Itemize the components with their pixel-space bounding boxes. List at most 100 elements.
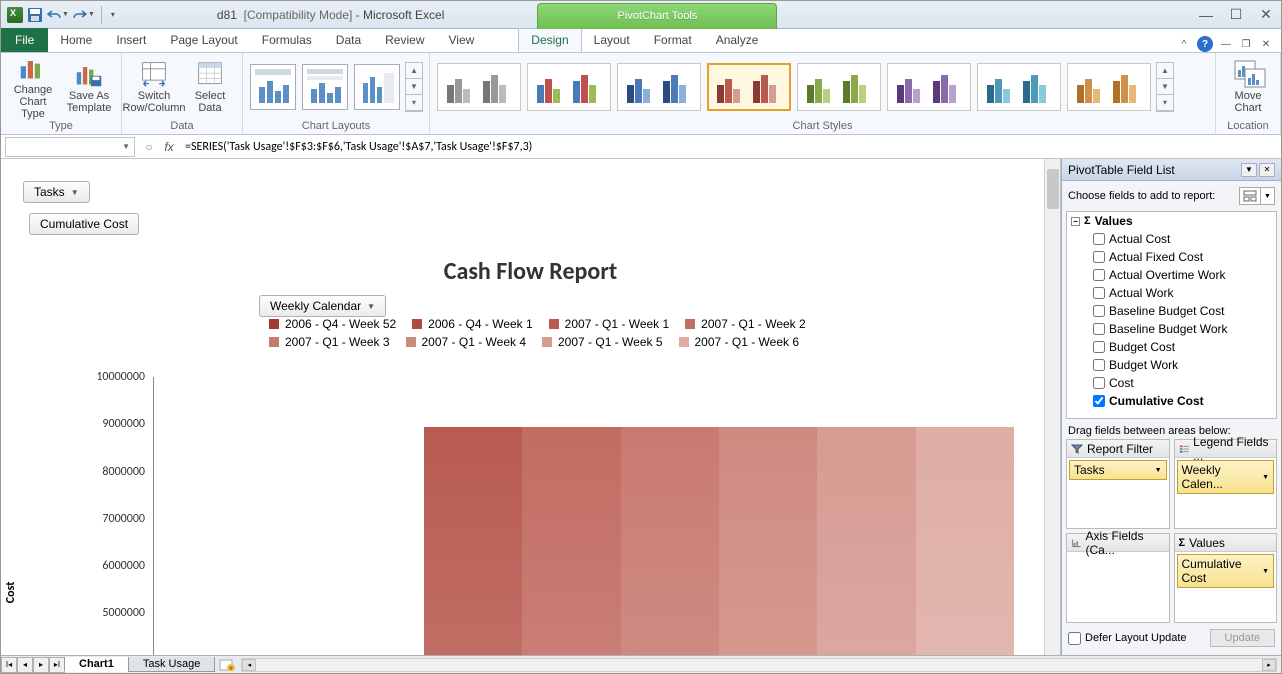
move-chart-button[interactable]: Move Chart [1222, 56, 1274, 118]
field-item[interactable]: Budget Work [1067, 356, 1276, 374]
chart-style-2[interactable] [527, 63, 611, 111]
sheet-nav-first[interactable]: I◂ [1, 657, 17, 673]
chart-style-5[interactable] [797, 63, 881, 111]
field-checkbox[interactable] [1093, 323, 1105, 335]
sheet-nav-next[interactable]: ▸ [33, 657, 49, 673]
qat-customize[interactable]: ▾ [108, 10, 118, 19]
legend-item[interactable]: 2007 - Q1 - Week 6 [679, 335, 800, 349]
field-checkbox[interactable] [1093, 287, 1105, 299]
field-checkbox[interactable] [1093, 233, 1105, 245]
chart-legend[interactable]: 2006 - Q4 - Week 52 2006 - Q4 - Week 1 200… [269, 317, 889, 349]
chart-layout-1[interactable] [250, 64, 296, 110]
legend-item[interactable]: 2007 - Q1 - Week 3 [269, 335, 390, 349]
chart-style-1[interactable] [437, 63, 521, 111]
chart-style-7[interactable] [977, 63, 1061, 111]
legend-item[interactable]: 2007 - Q1 - Week 4 [406, 335, 527, 349]
layout-gallery-scroll[interactable]: ▲▼▾ [405, 62, 423, 112]
name-box[interactable]: ▼ [5, 137, 135, 157]
sheet-nav-last[interactable]: ▸I [49, 657, 65, 673]
field-item[interactable]: Baseline Budget Cost [1067, 302, 1276, 320]
sheet-tab-task-usage[interactable]: Task Usage [128, 657, 215, 672]
field-item[interactable]: Cumulative Cost [1067, 392, 1276, 410]
field-list-options[interactable]: ▼ [1241, 163, 1257, 177]
formula-cancel[interactable]: ○ [139, 137, 159, 157]
chart-bar[interactable] [719, 427, 817, 655]
values-chip-cumcost[interactable]: Cumulative Cost▼ [1177, 554, 1275, 588]
redo-button[interactable]: ▼ [73, 9, 95, 21]
chart-style-4[interactable] [707, 63, 791, 111]
chart-bar[interactable] [621, 427, 719, 655]
field-checkbox[interactable] [1093, 341, 1105, 353]
fx-icon[interactable]: fx [159, 137, 179, 157]
formula-input[interactable] [179, 137, 1281, 157]
switch-row-column-button[interactable]: Switch Row/Column [128, 56, 180, 118]
field-item[interactable]: Actual Overtime Work [1067, 266, 1276, 284]
horizontal-scrollbar[interactable]: ◂▸ [241, 658, 1277, 672]
field-checkbox[interactable] [1093, 251, 1105, 263]
legend-item[interactable]: 2006 - Q4 - Week 52 [269, 317, 396, 331]
tab-format[interactable]: Format [642, 28, 704, 52]
redo-dropdown[interactable]: ▼ [88, 11, 95, 18]
workbook-minimize[interactable]: — [1219, 37, 1233, 51]
tab-review[interactable]: Review [373, 28, 436, 52]
field-checkbox[interactable] [1093, 395, 1105, 407]
legend-item[interactable]: 2007 - Q1 - Week 1 [549, 317, 670, 331]
legend-chip-weekly[interactable]: Weekly Calen...▼ [1177, 460, 1275, 494]
chart-style-8[interactable] [1067, 63, 1151, 111]
tab-home[interactable]: Home [48, 28, 104, 52]
close-button[interactable]: ✕ [1251, 5, 1281, 25]
legend-item[interactable]: 2006 - Q4 - Week 1 [412, 317, 533, 331]
field-list-close[interactable]: ✕ [1259, 163, 1275, 177]
pivot-filter-tasks[interactable]: Tasks▼ [23, 181, 90, 203]
workbook-restore[interactable]: ❐ [1239, 37, 1253, 51]
defer-layout-checkbox[interactable] [1068, 632, 1081, 645]
field-item[interactable]: Actual Work [1067, 284, 1276, 302]
tab-layout[interactable]: Layout [582, 28, 642, 52]
undo-dropdown[interactable]: ▼ [62, 11, 69, 18]
workbook-close[interactable]: ✕ [1259, 37, 1273, 51]
chart-style-6[interactable] [887, 63, 971, 111]
chart-style-3[interactable] [617, 63, 701, 111]
chart-bars[interactable] [424, 427, 1014, 655]
field-item[interactable]: Budget Cost [1067, 338, 1276, 356]
legend-item[interactable]: 2007 - Q1 - Week 5 [542, 335, 663, 349]
field-item[interactable]: Actual Cost [1067, 230, 1276, 248]
tab-analyze[interactable]: Analyze [704, 28, 771, 52]
chart-bar[interactable] [424, 427, 522, 655]
help-icon[interactable]: ? [1197, 36, 1213, 52]
drop-zone-values[interactable]: ΣValues Cumulative Cost▼ [1174, 533, 1278, 623]
field-checkbox[interactable] [1093, 305, 1105, 317]
update-button[interactable]: Update [1210, 629, 1275, 647]
y-axis-title[interactable]: Cost [4, 582, 18, 604]
pivot-legend-weekly[interactable]: Weekly Calendar▼ [259, 295, 386, 317]
field-item[interactable]: Cost [1067, 374, 1276, 392]
field-list[interactable]: − Σ Values Actual CostActual Fixed CostA… [1066, 211, 1277, 419]
chart-title[interactable]: Cash Flow Report [19, 257, 1042, 286]
drop-zone-legend-fields[interactable]: Legend Fields ... Weekly Calen...▼ [1174, 439, 1278, 529]
chart-layout-3[interactable] [354, 64, 400, 110]
chart-layout-2[interactable] [302, 64, 348, 110]
chart-bar[interactable] [916, 427, 1014, 655]
new-sheet-button[interactable] [217, 658, 237, 672]
field-list-layout-button[interactable] [1239, 187, 1261, 205]
filter-chip-tasks[interactable]: Tasks▼ [1069, 460, 1167, 480]
tab-design[interactable]: Design [518, 28, 581, 52]
sheet-tab-chart1[interactable]: Chart1 [64, 657, 129, 672]
style-gallery-scroll[interactable]: ▲▼▾ [1156, 62, 1174, 112]
tab-view[interactable]: View [437, 28, 487, 52]
tab-file[interactable]: File [1, 28, 48, 52]
drop-zone-axis-fields[interactable]: Axis Fields (Ca... [1066, 533, 1170, 623]
minimize-button[interactable]: — [1191, 5, 1221, 25]
chart-bar[interactable] [817, 427, 915, 655]
maximize-button[interactable]: ☐ [1221, 5, 1251, 25]
tab-insert[interactable]: Insert [104, 28, 158, 52]
legend-item[interactable]: 2007 - Q1 - Week 2 [685, 317, 806, 331]
save-button[interactable] [27, 7, 43, 23]
chart-bar[interactable] [522, 427, 620, 655]
field-checkbox[interactable] [1093, 269, 1105, 281]
field-checkbox[interactable] [1093, 359, 1105, 371]
save-as-template-button[interactable]: Save As Template [63, 56, 115, 118]
undo-button[interactable]: ▼ [47, 9, 69, 21]
drop-zone-report-filter[interactable]: Report Filter Tasks▼ [1066, 439, 1170, 529]
vertical-scrollbar[interactable] [1044, 159, 1060, 655]
